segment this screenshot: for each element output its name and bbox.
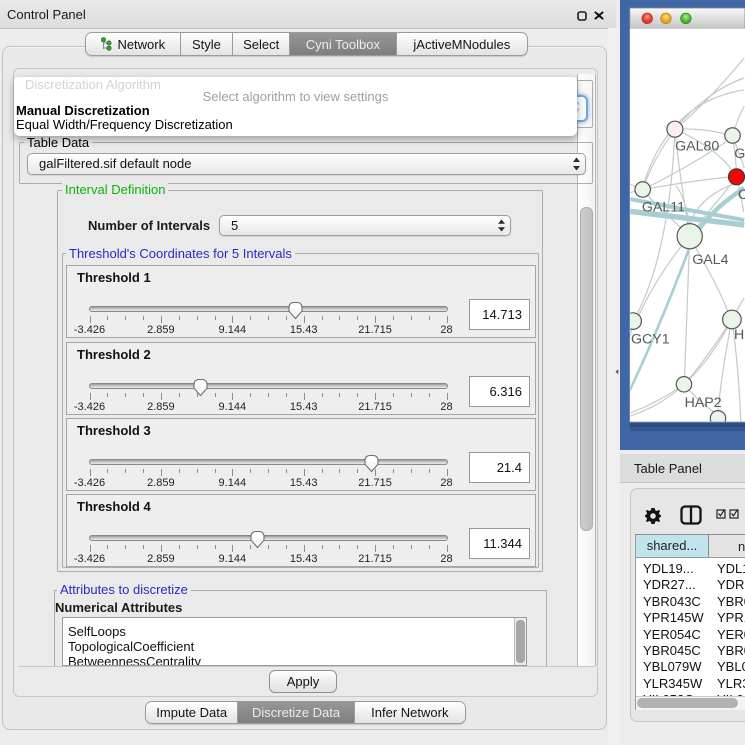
svg-text:GCY1: GCY1 [631, 332, 670, 348]
svg-text:GAL80: GAL80 [675, 139, 719, 155]
svg-text:GAL4: GAL4 [692, 252, 728, 268]
svg-text:HAP2: HAP2 [685, 395, 722, 411]
svg-text:GAL11: GAL11 [642, 200, 685, 216]
svg-text:GA: GA [734, 146, 745, 162]
svg-text:C: C [738, 187, 745, 203]
svg-text:H: H [734, 327, 744, 343]
